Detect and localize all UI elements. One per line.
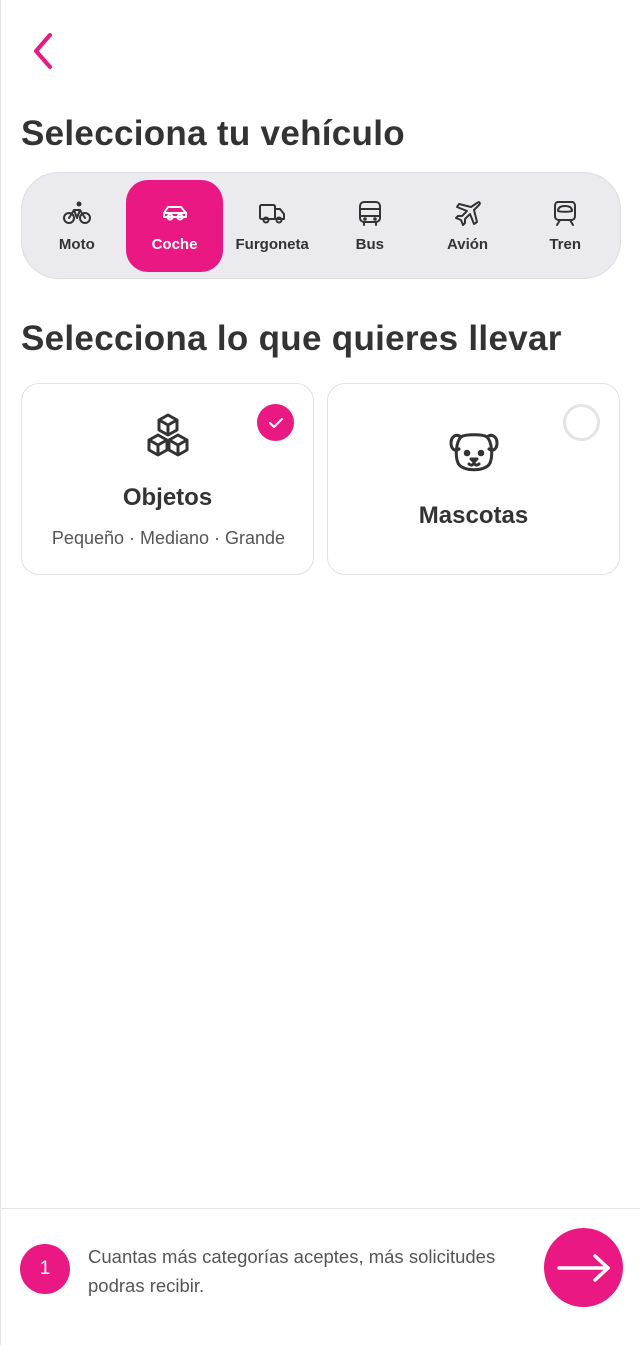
card-title: Mascotas [418, 502, 529, 529]
card-subtitle: Pequeño · Mediano · Grande [51, 528, 286, 548]
vehicle-label: Moto [58, 236, 95, 253]
vehicle-option-moto[interactable]: Moto [28, 180, 126, 272]
vehicle-label: Coche [151, 236, 198, 253]
category-card-objetos[interactable]: Objetos Pequeño · Mediano · Grande [21, 383, 314, 575]
footer-bar: 1 Cuantas más categorías aceptes, más so… [1, 1208, 640, 1345]
dog-icon [449, 433, 498, 472]
category-card-mascotas[interactable]: Mascotas [327, 383, 620, 575]
vehicle-section-title: Selecciona tu vehículo [21, 114, 405, 153]
footer-hint: Cuantas más categorías aceptes, más soli… [88, 1246, 496, 1296]
plane-icon [454, 201, 481, 226]
vehicle-option-coche[interactable]: Coche [125, 179, 224, 272]
vehicle-selector: Moto Coche Furgoneta Bus Avión Tren [21, 172, 621, 279]
back-button[interactable] [23, 28, 63, 74]
bicycle-icon [62, 201, 91, 224]
boxes-icon [147, 413, 188, 457]
card-title: Objetos [122, 484, 213, 511]
car-icon [162, 206, 187, 221]
arrow-right-icon [556, 1253, 610, 1282]
van-icon [259, 204, 286, 224]
bus-icon [358, 201, 381, 226]
train-icon [554, 201, 577, 226]
next-button[interactable] [544, 1228, 623, 1307]
vehicle-label: Tren [549, 236, 582, 253]
checkbox-unchecked[interactable] [563, 404, 600, 441]
load-section-title: Selecciona lo que quieres llevar [21, 319, 562, 358]
vehicle-option-tren[interactable]: Tren [516, 180, 614, 272]
chevron-left-icon [34, 33, 52, 69]
vehicle-option-furgoneta[interactable]: Furgoneta [223, 180, 321, 272]
vehicle-label: Bus [355, 236, 385, 253]
check-icon [268, 417, 283, 428]
vehicle-label: Avión [446, 236, 489, 253]
selected-count-badge: 1 [20, 1244, 70, 1294]
checkbox-checked[interactable] [257, 404, 294, 441]
vehicle-option-bus[interactable]: Bus [321, 180, 419, 272]
vehicle-option-avion[interactable]: Avión [419, 180, 517, 272]
vehicle-label: Furgoneta [235, 236, 309, 253]
